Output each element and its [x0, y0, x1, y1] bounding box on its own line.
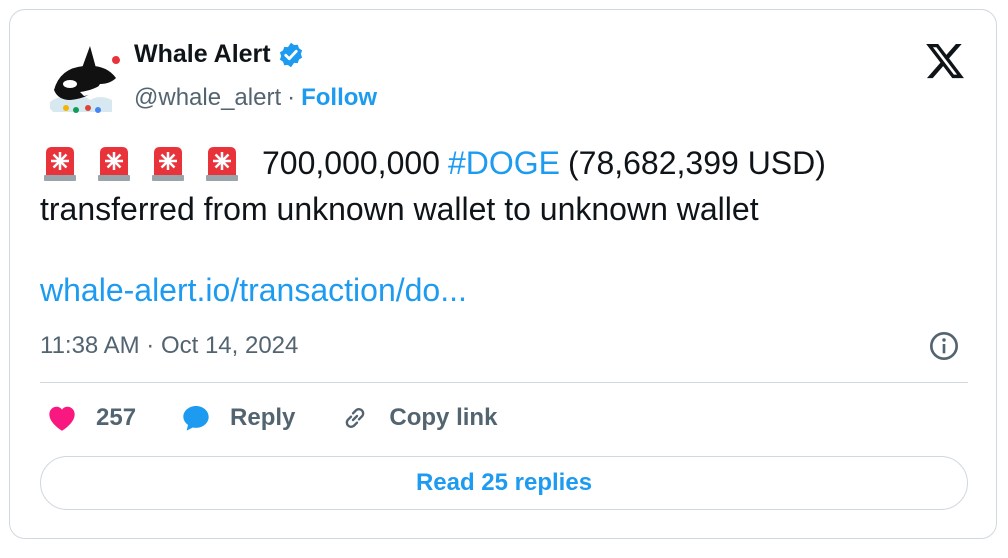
siren-icon — [44, 147, 76, 181]
author-handle[interactable]: @whale_alert — [134, 84, 281, 112]
follow-button[interactable]: Follow — [301, 84, 377, 112]
whale-avatar[interactable] — [40, 38, 126, 124]
tweet-line-1: 700,000,000 #DOGE (78,682,399 USD) — [40, 140, 960, 186]
siren-icon — [206, 147, 238, 181]
action-bar: 257 Reply Copy link — [46, 398, 541, 438]
like-button[interactable]: 257 — [46, 402, 136, 434]
siren-emoji-group — [40, 143, 242, 183]
copy-link-label: Copy link — [389, 404, 498, 431]
tweet-timestamp[interactable]: 11:38 AM · Oct 14, 2024 — [40, 332, 298, 360]
x-logo-icon[interactable] — [924, 40, 966, 82]
tweet-card: Whale Alert @whale_alert · Follow 700,00… — [9, 9, 997, 539]
verified-badge-icon — [279, 42, 302, 67]
link-icon — [346, 408, 365, 428]
read-replies-button[interactable]: Read 25 replies — [40, 456, 968, 510]
info-icon[interactable] — [928, 330, 960, 362]
tweet-line-2: transferred from unknown wallet to unkno… — [40, 191, 759, 227]
separator-dot: · — [287, 84, 296, 111]
reply-label: Reply — [230, 404, 296, 431]
heart-icon — [49, 406, 75, 431]
copy-link-button[interactable]: Copy link — [339, 402, 497, 434]
amount-text: 700,000,000 — [262, 145, 440, 181]
usd-text: (78,682,399 USD) — [567, 145, 826, 181]
transaction-link[interactable]: whale-alert.io/transaction/do... — [40, 272, 467, 309]
doge-hashtag-link[interactable]: #DOGE — [448, 140, 560, 186]
like-count: 257 — [96, 404, 137, 431]
reply-button[interactable]: Reply — [180, 402, 295, 434]
whale-avatar-icon — [40, 38, 126, 124]
divider — [40, 382, 968, 383]
author-name[interactable]: Whale Alert — [134, 40, 271, 69]
tweet-text: 700,000,000 #DOGE (78,682,399 USD) trans… — [40, 140, 960, 232]
author-handle-row: @whale_alert · Follow — [134, 84, 377, 112]
author-name-row: Whale Alert — [134, 40, 305, 69]
siren-icon — [98, 147, 130, 181]
siren-icon — [152, 147, 184, 181]
speech-bubble-icon — [183, 406, 209, 431]
